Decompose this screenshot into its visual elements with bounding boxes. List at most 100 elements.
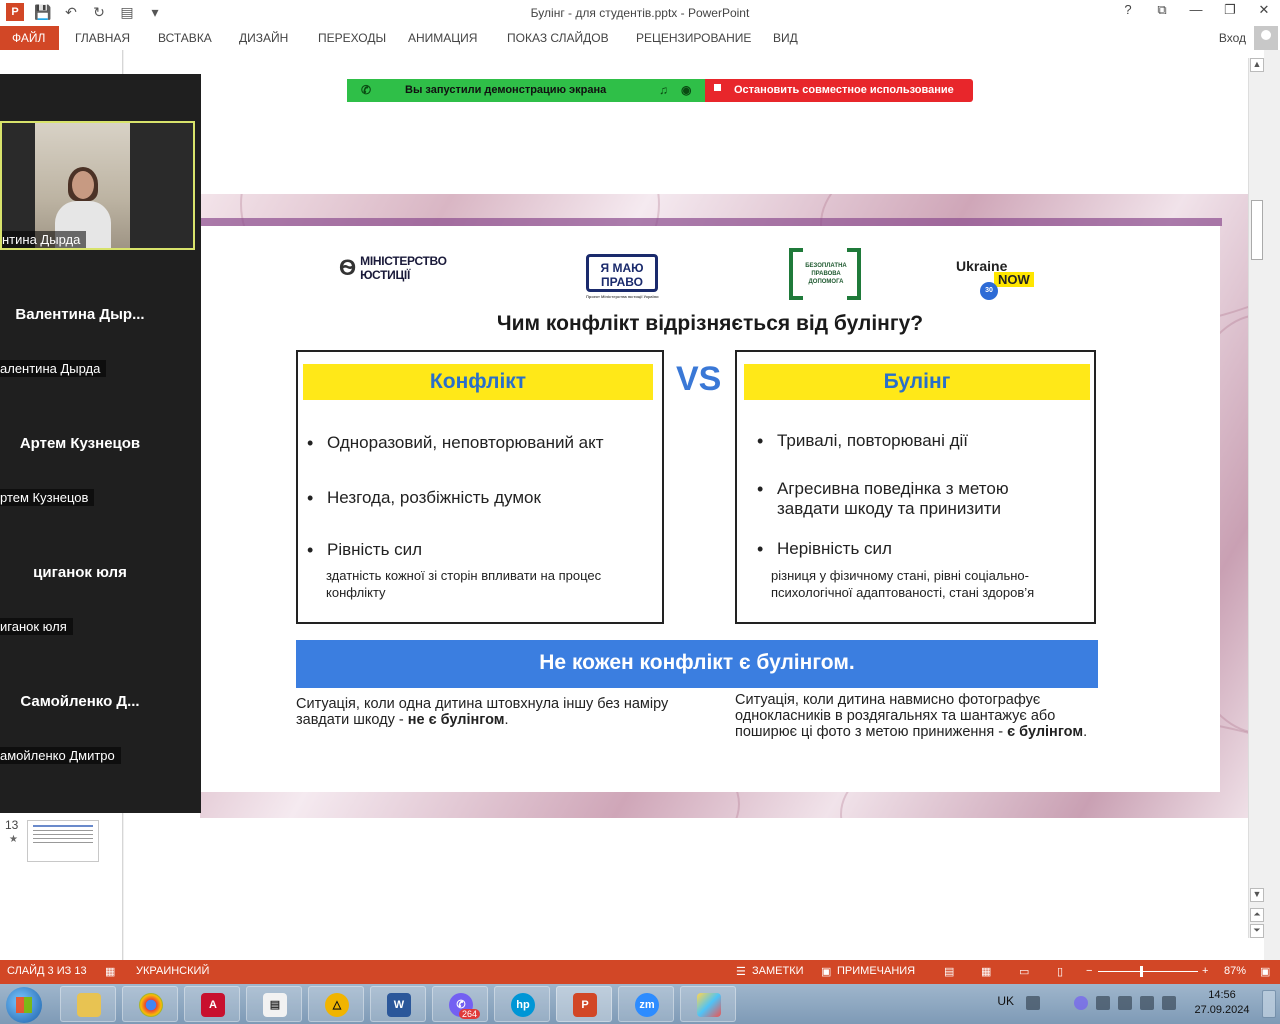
show-desktop-button[interactable] (1262, 990, 1276, 1018)
participant-tile[interactable]: Артем Кузнецов ртем Кузнецов (0, 379, 201, 508)
zoom-slider[interactable] (1098, 971, 1198, 972)
title-bar: P 💾 ↶ ↻ ▤ ▾ Булінг - для студентів.pptx … (0, 0, 1280, 26)
taskbar-notepad[interactable]: ▤ (246, 986, 302, 1022)
ministry-logo-text: МІНІСТЕРСТВО ЮСТИЦІЇ (360, 254, 447, 282)
clock[interactable]: 14:56 27.09.2024 (1190, 988, 1254, 1018)
left-example: Ситуація, коли одна дитина штовхнула інш… (296, 696, 669, 728)
reading-view-icon[interactable]: ▭ (1019, 965, 1029, 978)
stop-share-label: Остановить совместное использование (734, 84, 954, 96)
scroll-thumb[interactable] (1251, 200, 1263, 260)
taskbar-archicad[interactable]: △ (308, 986, 364, 1022)
slide-thumbnail-13[interactable] (27, 820, 99, 862)
network-icon[interactable] (1162, 996, 1176, 1010)
bullying-bullet-3: Нерівність сил (757, 539, 892, 559)
participant-label: алентина Дырда (0, 360, 107, 377)
comments-button[interactable]: ПРИМЕЧАНИЯ (837, 965, 915, 977)
taskbar-powerpoint[interactable]: P (556, 986, 612, 1022)
participant-tile[interactable]: Самойленко Д... амойленко Дмитро (0, 637, 201, 766)
document-title: Булінг - для студентів.pptx - PowerPoint (530, 6, 750, 20)
zoom-level[interactable]: 87% (1224, 965, 1246, 977)
maximize-button[interactable]: ❐ (1220, 2, 1240, 18)
scroll-up-icon[interactable]: ▲ (1250, 58, 1264, 72)
participant-tile[interactable]: циганок юля иганок юля (0, 508, 201, 637)
right-example-bold: є булінгом (1007, 724, 1084, 740)
taskbar-hp[interactable]: hp (494, 986, 550, 1022)
system-tray: UK 14:56 27.09.2024 (980, 984, 1280, 1024)
active-speaker-video[interactable]: нтина Дырда (0, 121, 195, 250)
signin-link[interactable]: Вход (1219, 31, 1246, 45)
participant-label: амойленко Дмитро (0, 747, 121, 764)
slide-sorter-icon[interactable]: ▦ (981, 965, 991, 978)
comments-icon[interactable]: ▣ (821, 965, 831, 978)
language-indicator[interactable]: УКРАИНСКИЙ (136, 965, 209, 977)
viber-tray-icon[interactable] (1074, 996, 1088, 1010)
taskbar-acrobat[interactable]: A (184, 986, 240, 1022)
acrobat-icon: A (201, 993, 225, 1017)
ribbon-tabs: ФАЙЛ ГЛАВНАЯ ВСТАВКА ДИЗАЙН ПЕРЕХОДЫ АНИ… (0, 26, 1280, 50)
keyboard-icon[interactable] (1026, 996, 1040, 1010)
stop-share-button[interactable]: Остановить совместное использование (705, 79, 973, 102)
conflict-bullet-3: Рівність сил (307, 540, 422, 560)
conflict-title: Конфлікт (303, 364, 653, 400)
previous-slide-icon[interactable]: ⏶ (1250, 908, 1264, 922)
tab-slideshow[interactable]: ПОКАЗ СЛАЙДОВ (507, 26, 609, 50)
mic-off-icon[interactable]: ♫ (659, 83, 668, 97)
hp-icon: hp (511, 993, 535, 1017)
tab-transitions[interactable]: ПЕРЕХОДЫ (318, 26, 386, 50)
share-status-bar[interactable]: ✆ Вы запустили демонстрацию экрана ♫ ◉ (347, 79, 705, 102)
taskbar-word[interactable]: W (370, 986, 426, 1022)
archicad-icon: △ (325, 993, 349, 1017)
viber-unread-badge: 264 (459, 1009, 481, 1019)
slide-counter: СЛАЙД 3 ИЗ 13 (7, 965, 87, 977)
screen-share-bar: ✆ Вы запустили демонстрацию экрана ♫ ◉ О… (347, 79, 973, 102)
tab-design[interactable]: ДИЗАЙН (239, 26, 288, 50)
slide-accent-strip (200, 218, 1222, 226)
zoom-out-button[interactable]: − (1086, 965, 1092, 977)
slideshow-view-icon[interactable]: ▯ (1057, 965, 1063, 978)
fit-slide-icon[interactable]: ▣ (1260, 965, 1270, 978)
flag-icon[interactable] (1140, 996, 1154, 1010)
tab-view[interactable]: ВИД (773, 26, 798, 50)
folder-icon (77, 993, 101, 1017)
participant-name: Самойленко Д... (20, 693, 140, 710)
zoom-in-button[interactable]: + (1202, 965, 1208, 977)
taskbar-paint[interactable] (680, 986, 736, 1022)
right-example: Ситуація, коли дитина навмисно фотографу… (735, 692, 1088, 740)
tab-insert[interactable]: ВСТАВКА (158, 26, 212, 50)
zoom-slider-thumb[interactable] (1140, 966, 1143, 977)
next-slide-icon[interactable]: ⏷ (1250, 924, 1264, 938)
security-shield-icon[interactable]: ◉ (681, 83, 691, 97)
pravo-logo-text: Я МАЮ ПРАВО (586, 254, 658, 292)
tab-animations[interactable]: АНИМАЦИЯ (408, 26, 477, 50)
taskbar-viber[interactable]: ✆ 264 (432, 986, 488, 1022)
vertical-scrollbar[interactable]: ▲ ▼ ⏶ ⏷ (1248, 58, 1264, 938)
keyboard-language[interactable]: UK (997, 994, 1014, 1008)
notes-icon[interactable]: ☰ (736, 965, 746, 978)
tools-icon[interactable] (1096, 996, 1110, 1010)
trident-icon: Ѳ (339, 255, 357, 280)
normal-view-icon[interactable]: ▤ (944, 965, 954, 978)
participant-label: ртем Кузнецов (0, 489, 95, 506)
ribbon-display-icon[interactable]: ⧉ (1152, 2, 1172, 18)
tab-file[interactable]: ФАЙЛ (0, 26, 59, 50)
tab-home[interactable]: ГЛАВНАЯ (75, 26, 130, 50)
volume-icon[interactable] (1118, 996, 1132, 1010)
help-icon[interactable]: ? (1118, 2, 1138, 18)
taskbar-chrome[interactable] (122, 986, 178, 1022)
tab-review[interactable]: РЕЦЕНЗИРОВАНИЕ (636, 26, 751, 50)
window-controls: ? ⧉ — ❐ ✕ (1118, 2, 1274, 18)
participant-tile[interactable]: Валентина Дыр... алентина Дырда (0, 250, 201, 379)
participant-name: Артем Кузнецов (19, 435, 141, 452)
share-status-text: Вы запустили демонстрацию экрана (405, 84, 607, 96)
zoom-icon: zm (635, 993, 659, 1017)
spellcheck-icon[interactable]: ▦ (105, 965, 115, 978)
taskbar-explorer[interactable] (60, 986, 116, 1022)
notes-button[interactable]: ЗАМЕТКИ (752, 965, 804, 977)
free-legal-aid-logo: БЕЗОПЛАТНА ПРАВОВА ДОПОМОГА (789, 248, 861, 300)
start-button[interactable] (6, 987, 42, 1023)
user-avatar[interactable] (1254, 26, 1278, 50)
minimize-button[interactable]: — (1186, 2, 1206, 18)
taskbar-zoom[interactable]: zm (618, 986, 674, 1022)
scroll-down-icon[interactable]: ▼ (1250, 888, 1264, 902)
close-button[interactable]: ✕ (1254, 2, 1274, 18)
